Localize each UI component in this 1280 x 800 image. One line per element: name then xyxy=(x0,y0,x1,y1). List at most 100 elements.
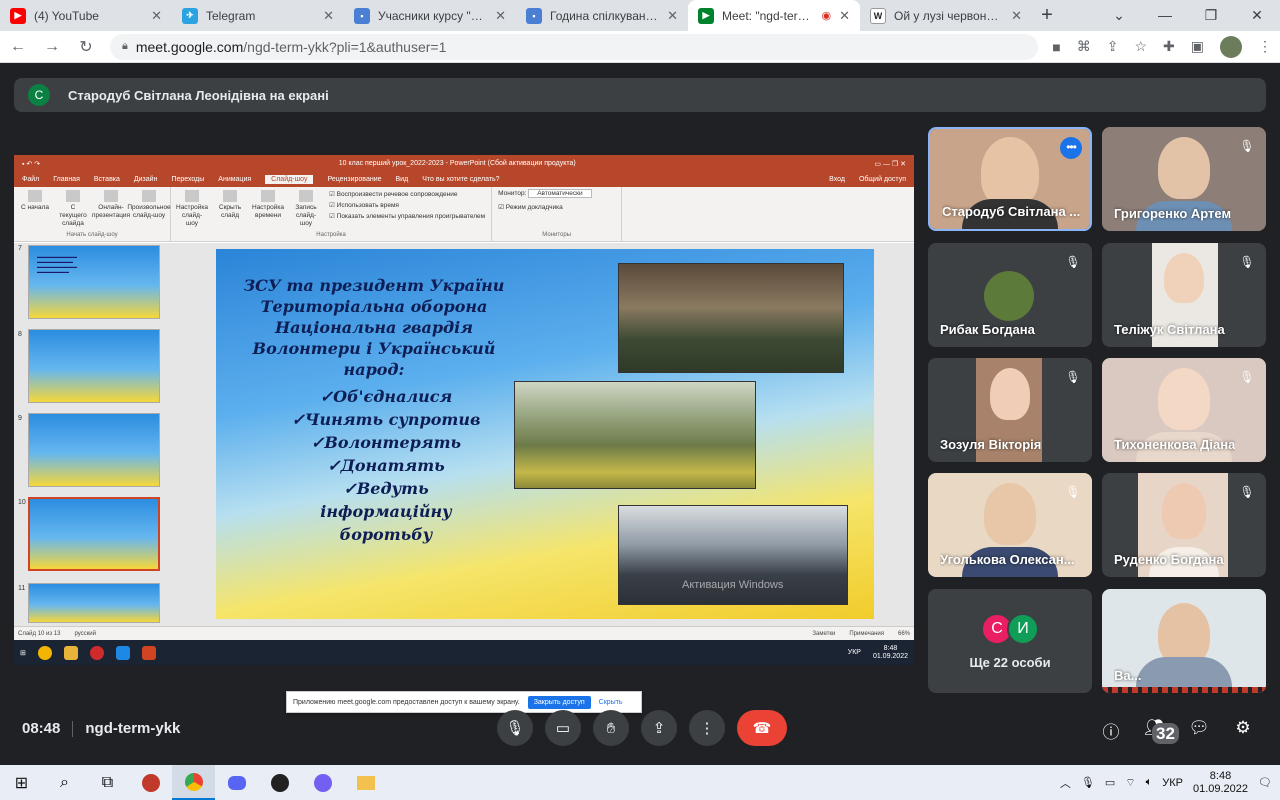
reload-icon[interactable]: ↻ xyxy=(76,37,96,57)
restore-icon[interactable]: ❐ xyxy=(1188,0,1234,31)
meet-window: С Стародуб Світлана Леонідівна на екрані… xyxy=(0,63,1280,765)
bookmark-star-icon[interactable]: ☆ xyxy=(1134,38,1147,55)
close-icon[interactable]: ✕ xyxy=(151,8,162,24)
forward-icon[interactable]: → xyxy=(42,38,62,56)
participant-video xyxy=(1162,483,1206,539)
volume-icon[interactable]: 🔈︎ xyxy=(1146,776,1153,789)
participant-tile[interactable]: 🎙︎ Григоренко Артем xyxy=(1102,127,1266,231)
chrome-taskbar-icon[interactable] xyxy=(172,765,215,800)
close-icon[interactable]: ✕ xyxy=(667,8,678,24)
chat-icon[interactable]: 💬︎ xyxy=(1188,718,1210,758)
mic-off-icon: 🎙︎ xyxy=(1065,370,1081,384)
present-icon: ⇪ xyxy=(652,720,666,737)
status-comments: Примечания xyxy=(849,630,884,637)
present-button[interactable]: ⇪ xyxy=(641,710,677,746)
ribbon-checks: Воспроизвести речевое сопровождение Испо… xyxy=(329,190,485,232)
tab-telegram[interactable]: ✈ Telegram ✕ xyxy=(172,0,344,31)
close-icon[interactable]: ✕ xyxy=(323,8,334,24)
ribbon-group-setup: Настройка слайд-шоу Скрыть слайд Настрой… xyxy=(171,187,493,241)
more-options-button[interactable]: ⋮ xyxy=(689,710,725,746)
youtube-icon: ▶ xyxy=(10,7,26,24)
presenter-bar: С Стародуб Світлана Леонідівна на екрані xyxy=(14,78,1266,112)
inner-clock: 8:48 01.09.2022 xyxy=(872,644,908,660)
menu-review: Рецензирование xyxy=(327,176,382,183)
thumb-number: 10 xyxy=(18,499,26,506)
close-window-icon[interactable]: ✕ xyxy=(1234,0,1280,31)
close-icon[interactable]: ✕ xyxy=(839,8,850,24)
folder-icon xyxy=(63,645,78,660)
menu-icon[interactable]: ⋮ xyxy=(1258,38,1272,55)
camera-icon[interactable]: ■ xyxy=(1052,39,1060,55)
file-explorer-icon[interactable] xyxy=(344,765,387,800)
participant-video xyxy=(1158,603,1210,665)
tab-wikipedia[interactable]: W Ой у лузі червона кали ✕ xyxy=(860,0,1032,31)
app-icon[interactable] xyxy=(129,765,172,800)
participant-tile[interactable]: 🎙︎ Теліжук Світлана xyxy=(1102,243,1266,347)
raise-hand-button[interactable]: ✋︎ xyxy=(593,710,629,746)
windows-start-icon[interactable]: ⊞ xyxy=(0,765,43,800)
participant-tile[interactable]: 🎙︎ Рибак Богдана xyxy=(928,243,1092,347)
mic-icon[interactable]: 🎙︎ xyxy=(1081,776,1095,789)
notification-icon[interactable]: 🗨︎ xyxy=(1258,776,1272,789)
status-zoom: 66% xyxy=(897,630,910,637)
participant-name: Стародуб Світлана ... xyxy=(942,204,1081,219)
recording-icon: ◉ xyxy=(821,10,832,22)
participant-tile[interactable]: 🎙︎ Уголькова Олексан... xyxy=(928,473,1092,577)
status-lang: русский xyxy=(74,630,97,637)
tab-search-icon[interactable]: ⌄ xyxy=(1096,0,1142,31)
minimize-icon[interactable]: — xyxy=(1142,0,1188,31)
participant-tile[interactable]: 🎙︎ Зозуля Вікторія xyxy=(928,358,1092,462)
new-tab-button[interactable]: + xyxy=(1032,0,1062,31)
hand-icon: ✋︎ xyxy=(606,719,616,737)
discord-icon[interactable] xyxy=(215,765,258,800)
tab-title: Учасники курсу "Годин xyxy=(378,8,487,23)
thumb-number: 7 xyxy=(18,245,22,252)
clock-date: 01.09.2022 xyxy=(1192,782,1249,795)
tab-meet[interactable]: ▶ Meet: "ngd-terм-yk ◉ ✕ xyxy=(688,0,860,31)
language-indicator[interactable]: УКР xyxy=(1162,777,1183,789)
tab-title: Telegram xyxy=(206,8,256,23)
leave-call-button[interactable]: ☎︎ xyxy=(737,710,787,746)
viber-icon[interactable] xyxy=(301,765,344,800)
menu-slideshow: Слайд-шоу xyxy=(265,175,314,184)
tab-youtube[interactable]: ▶ (4) YouTube ✕ xyxy=(0,0,172,31)
back-icon[interactable]: ← xyxy=(8,38,28,56)
close-icon[interactable]: ✕ xyxy=(495,8,506,24)
task-view-icon[interactable]: ⧉ xyxy=(86,765,129,800)
ribbon-button: Произвольное слайд-шоу xyxy=(127,190,171,232)
people-icon[interactable]: 👥︎32 xyxy=(1144,718,1179,758)
url-input[interactable]: 🔒︎ meet.google.com/ngd-term-ykk?pli=1&au… xyxy=(110,33,1039,60)
wifi-icon[interactable]: ⌔ xyxy=(1125,776,1135,790)
app-icon[interactable] xyxy=(258,765,301,800)
participant-tile[interactable]: 🎙︎ Руденко Богдана xyxy=(1102,473,1266,577)
ribbon-caption: Мониторы xyxy=(542,232,571,238)
translate-icon[interactable]: ⌘ xyxy=(1077,38,1091,55)
tab-class-hour[interactable]: ▪ Година спілкування 10 ✕ xyxy=(516,0,688,31)
microphone-button[interactable]: 🎙︎ xyxy=(497,710,533,746)
battery-icon[interactable]: ▭ xyxy=(1105,776,1115,789)
clock[interactable]: 8:48 01.09.2022 xyxy=(1193,770,1248,796)
more-options-button[interactable]: ••• xyxy=(1060,137,1082,159)
participant-tile[interactable]: ••• Стародуб Світлана ... xyxy=(928,127,1092,231)
extensions-icon[interactable]: ✚ xyxy=(1163,38,1175,55)
camera-button[interactable]: ▭ xyxy=(545,710,581,746)
mail-icon xyxy=(115,645,130,660)
close-icon[interactable]: ✕ xyxy=(1011,8,1022,24)
activities-icon[interactable]: ⚙ xyxy=(1232,718,1254,758)
lock-icon[interactable]: 🔒︎ xyxy=(122,40,128,53)
sidepanel-icon[interactable]: ▣ xyxy=(1191,38,1204,55)
participant-tile[interactable]: 🎙︎ Тихоненкова Діана xyxy=(1102,358,1266,462)
search-icon[interactable]: ⌕ xyxy=(43,765,86,800)
ppt-window-controls: ▭ — ❐ ✕ xyxy=(874,160,906,168)
participant-tile[interactable]: Ва... xyxy=(1102,589,1266,693)
participant-video xyxy=(1164,253,1204,303)
chevron-up-icon[interactable]: ︿ xyxy=(1060,775,1071,791)
toolbar-icons: ■ ⌘ ⇪ ☆ ✚ ▣ ⋮ xyxy=(1052,35,1272,58)
others-tile[interactable]: С И Ще 22 особи xyxy=(928,589,1092,693)
info-icon[interactable]: ⓘ xyxy=(1100,718,1122,758)
presenter-label: Стародуб Світлана Леонідівна на екрані xyxy=(68,87,329,103)
tab-course-participants[interactable]: ▪ Учасники курсу "Годин ✕ xyxy=(344,0,516,31)
share-icon[interactable]: ⇪ xyxy=(1107,38,1119,55)
hide-notice-button: Скрыть xyxy=(598,698,623,706)
profile-avatar[interactable] xyxy=(1220,35,1242,58)
